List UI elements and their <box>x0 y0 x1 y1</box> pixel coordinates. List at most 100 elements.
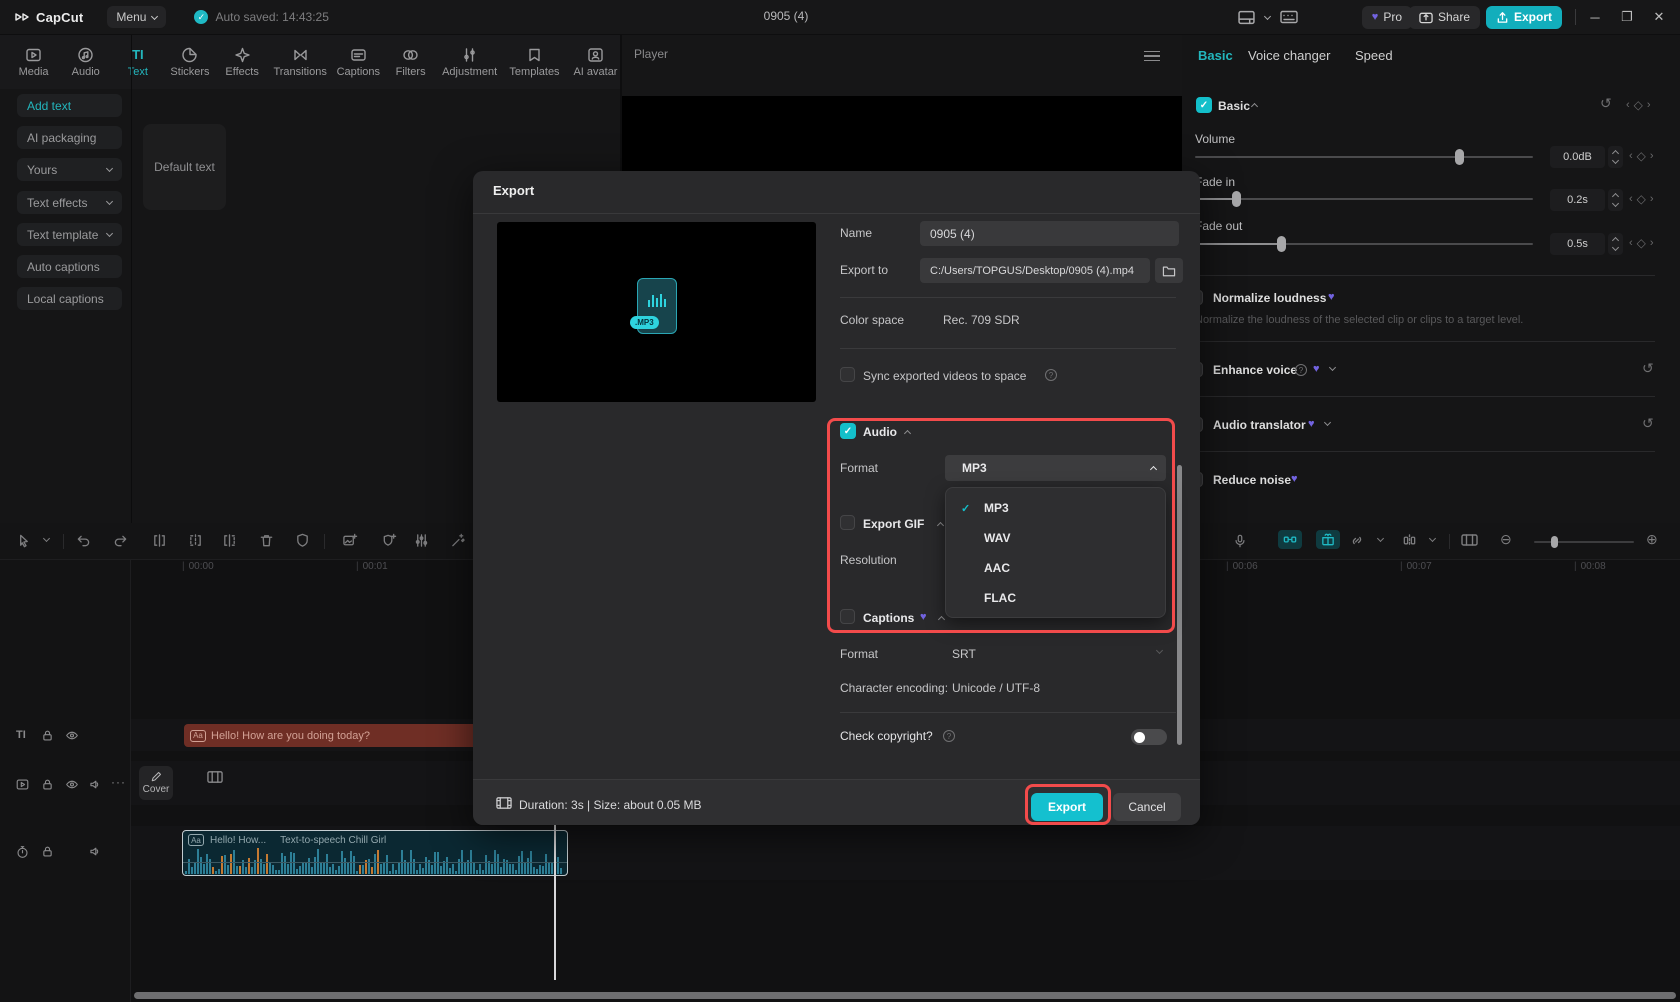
dropdown-item-mp3[interactable]: ✓ MP3 <box>946 493 1165 523</box>
help-icon[interactable]: ? <box>943 730 955 742</box>
captions-checkbox[interactable] <box>840 609 855 624</box>
tab-filters[interactable]: Filters <box>389 47 432 78</box>
tab-stickers[interactable]: Stickers <box>168 47 211 78</box>
menu-button[interactable]: Menu <box>107 6 167 28</box>
sidebar-item-text-effects[interactable]: Text effects <box>17 191 122 214</box>
audio-snap-icon[interactable] <box>1278 530 1302 549</box>
default-text-card[interactable]: Default text <box>143 124 226 210</box>
timeline-zoom-slider[interactable] <box>1534 536 1634 548</box>
lock-icon[interactable] <box>41 845 54 858</box>
fade-out-value[interactable]: 0.5s <box>1550 233 1605 255</box>
speaker-icon[interactable] <box>88 778 102 791</box>
player-menu-icon[interactable] <box>1144 51 1160 61</box>
sidebar-item-text-template[interactable]: Text template <box>17 223 122 246</box>
fade-out-knob[interactable] <box>1277 236 1286 252</box>
format-select[interactable]: MP3 <box>945 455 1166 481</box>
keyframe-controls[interactable]: ‹ ◇ › <box>1629 149 1654 163</box>
maximize-button[interactable]: ❐ <box>1614 9 1640 25</box>
magic-wand-icon[interactable] <box>450 533 466 548</box>
fade-out-slider[interactable] <box>1195 236 1533 252</box>
lock-icon[interactable] <box>41 778 54 791</box>
layout-icon[interactable] <box>1238 10 1255 25</box>
fade-in-stepper[interactable] <box>1608 189 1623 211</box>
export-button-top[interactable]: Export <box>1485 5 1562 29</box>
split-right-icon[interactable] <box>222 533 237 548</box>
keyboard-icon[interactable] <box>1280 10 1298 24</box>
fade-in-value[interactable]: 0.2s <box>1550 189 1605 211</box>
tab-speed[interactable]: Speed <box>1355 48 1393 63</box>
mask-icon[interactable] <box>295 533 310 548</box>
tab-media[interactable]: Media <box>12 47 55 78</box>
zoom-slider-knob[interactable] <box>1551 536 1558 548</box>
tab-text[interactable]: TI Text <box>116 47 159 78</box>
collapse-icon[interactable] <box>903 429 912 438</box>
layout-chevron-icon[interactable] <box>1263 12 1272 20</box>
tab-basic[interactable]: Basic <box>1198 48 1233 63</box>
reset-icon[interactable]: ↺ <box>1642 415 1654 432</box>
sidebar-item-local-captions[interactable]: Local captions <box>17 287 122 310</box>
zoom-in-icon[interactable]: ⊕ <box>1646 531 1658 548</box>
audio-checkbox[interactable] <box>840 423 856 439</box>
minimize-button[interactable]: ─ <box>1582 10 1608 25</box>
split-both-icon[interactable] <box>188 533 203 548</box>
volume-slider[interactable] <box>1195 149 1533 165</box>
tab-ai-avatar[interactable]: AI avatar <box>571 47 620 78</box>
dialog-cancel-button[interactable]: Cancel <box>1113 793 1181 821</box>
timeline-scrollbar[interactable] <box>134 992 1676 999</box>
collapse-icon[interactable] <box>1250 102 1259 111</box>
help-icon[interactable]: ? <box>1045 369 1057 381</box>
sidebar-item-add-text[interactable]: Add text <box>17 94 122 117</box>
tab-templates[interactable]: Templates <box>507 47 562 78</box>
mask-ai-icon[interactable] <box>381 533 397 548</box>
dialog-scrollbar[interactable] <box>1177 465 1182 745</box>
dialog-export-button[interactable]: Export <box>1031 793 1103 821</box>
sidebar-item-auto-captions[interactable]: Auto captions <box>17 255 122 278</box>
sidebar-item-ai-packaging[interactable]: AI packaging <box>17 126 122 149</box>
help-icon[interactable]: ? <box>1295 364 1307 376</box>
tab-captions[interactable]: Captions <box>337 47 380 78</box>
redo-icon[interactable] <box>113 533 129 548</box>
eye-icon[interactable] <box>65 729 79 742</box>
chevron-down-icon[interactable] <box>1323 418 1332 427</box>
gift-icon[interactable] <box>1316 530 1340 549</box>
keyframe-controls[interactable]: ‹ ◇ › <box>1626 98 1651 112</box>
volume-value[interactable]: 0.0dB <box>1550 146 1605 168</box>
name-input[interactable]: 0905 (4) <box>920 221 1179 246</box>
link-icon[interactable] <box>1349 533 1365 548</box>
film-placeholder-icon[interactable] <box>207 770 223 784</box>
tab-transitions[interactable]: Transitions <box>273 47 328 78</box>
eye-icon[interactable] <box>65 778 79 791</box>
split-chevron[interactable] <box>1428 534 1437 543</box>
image-ai-icon[interactable] <box>342 533 358 548</box>
sync-checkbox[interactable] <box>840 367 855 382</box>
select-tool-icon[interactable] <box>16 533 31 549</box>
record-mic-icon[interactable] <box>1233 533 1247 549</box>
text-clip[interactable]: Aa Hello! How are you doing today? <box>184 724 480 747</box>
fade-out-stepper[interactable] <box>1608 233 1623 255</box>
fade-in-knob[interactable] <box>1232 191 1241 207</box>
cover-button[interactable]: Cover <box>139 766 173 800</box>
reset-icon[interactable]: ↺ <box>1600 95 1612 112</box>
more-icon[interactable]: ··· <box>111 775 126 789</box>
volume-stepper[interactable] <box>1608 146 1623 168</box>
browse-folder-button[interactable] <box>1155 258 1183 283</box>
pro-button[interactable]: ♥ Pro <box>1361 5 1412 29</box>
copyright-toggle[interactable] <box>1131 729 1167 745</box>
dropdown-item-flac[interactable]: FLAC <box>946 583 1165 613</box>
basic-checkbox[interactable] <box>1196 97 1212 113</box>
delete-icon[interactable] <box>259 533 274 548</box>
collapse-icon[interactable] <box>937 615 946 624</box>
sidebar-item-yours[interactable]: Yours <box>17 158 122 181</box>
export-to-input[interactable]: C:/Users/TOPGUS/Desktop/0905 (4).mp4 <box>920 258 1150 283</box>
share-button[interactable]: Share <box>1408 5 1480 29</box>
fade-in-slider[interactable] <box>1195 191 1533 207</box>
close-button[interactable]: ✕ <box>1646 9 1672 25</box>
tab-voice-changer[interactable]: Voice changer <box>1248 48 1330 63</box>
split-clip-icon[interactable] <box>1402 533 1417 548</box>
collapse-icon[interactable] <box>936 521 945 530</box>
select-tool-chevron[interactable] <box>42 534 51 543</box>
keyframe-controls[interactable]: ‹ ◇ › <box>1629 236 1654 250</box>
volume-slider-knob[interactable] <box>1455 149 1464 165</box>
undo-icon[interactable] <box>75 533 91 548</box>
audio-clip[interactable]: Aa Hello! How... Text-to-speech Chill Gi… <box>182 830 568 876</box>
